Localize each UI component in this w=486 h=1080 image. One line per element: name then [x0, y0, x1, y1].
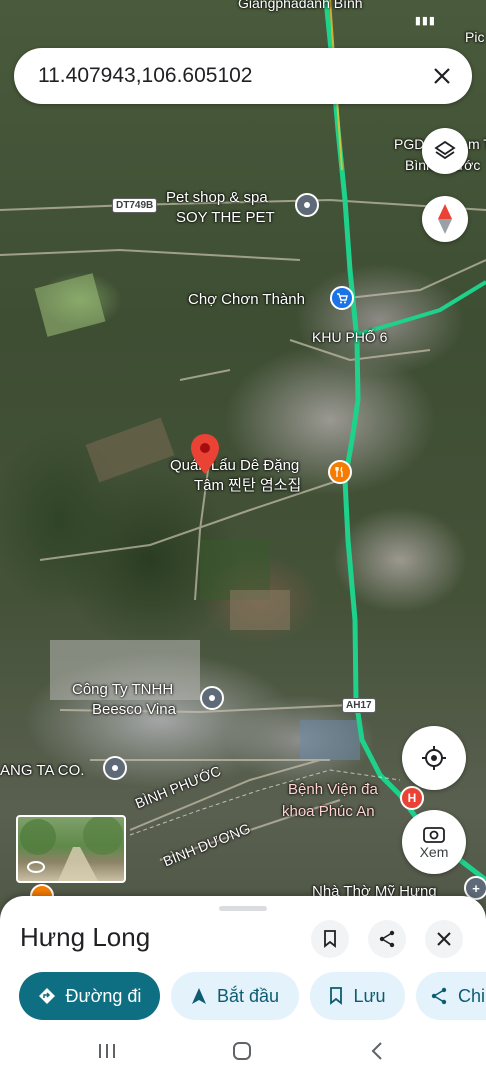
directions-icon — [38, 988, 55, 1004]
shopping-cart-poi-icon[interactable] — [330, 286, 354, 310]
map-label-ang-ta: ANG TA CO. — [0, 762, 85, 779]
place-name: Hưng Long — [20, 922, 151, 952]
road-shield-dt749b: DT749B — [112, 198, 158, 213]
status-bar: ▮▮▮ — [0, 0, 486, 40]
directions-button[interactable]: Đường đi — [19, 972, 160, 1020]
system-nav-bar — [0, 1030, 486, 1080]
street-view-image — [20, 817, 123, 881]
road-shield-ah17: AH17 — [342, 698, 376, 713]
drag-handle[interactable] — [219, 906, 267, 911]
map-label-cho-chon-thanh: Chợ Chơn Thành — [188, 291, 305, 308]
share-icon — [379, 930, 395, 948]
share-label: Chi — [458, 985, 486, 1006]
compass-button[interactable] — [422, 196, 468, 242]
ang-ta-poi-icon[interactable] — [103, 756, 127, 780]
share-icon — [431, 987, 447, 1005]
map-label-pet-shop-2: SOY THE PET — [176, 209, 275, 226]
search-bar[interactable]: 11.407943,106.605102 — [14, 48, 472, 104]
directions-label: Đường đi — [65, 985, 142, 1006]
map-label-cong-ty-2: Beesco Vina — [92, 701, 176, 718]
close-icon — [437, 932, 451, 946]
start-button[interactable]: Bắt đầu — [171, 972, 299, 1020]
crosshair-icon — [422, 746, 446, 770]
search-query[interactable]: 11.407943,106.605102 — [38, 64, 426, 88]
share-icon-button[interactable] — [368, 920, 406, 958]
map-label-benh-vien-1: Bệnh Viện đa — [288, 781, 378, 798]
map-label-cong-ty-1: Công Ty TNHH — [72, 681, 174, 698]
lens-view-button[interactable]: Xem — [402, 810, 466, 874]
map-label-pgd: PGD — [394, 136, 425, 152]
my-location-button[interactable] — [402, 726, 466, 790]
layers-button[interactable] — [422, 128, 468, 174]
pet-shop-poi-icon[interactable] — [295, 193, 319, 217]
navigation-arrow-icon — [191, 988, 206, 1004]
restaurant-poi-icon[interactable] — [328, 460, 352, 484]
street-view-thumbnail[interactable] — [16, 815, 126, 883]
save-label: Lưu — [353, 985, 386, 1006]
company-poi-icon[interactable] — [200, 686, 224, 710]
close-icon[interactable] — [426, 60, 458, 92]
map-label-quan-lau-2: Tâm 찐탄 염소집 — [194, 477, 302, 494]
save-icon-button[interactable] — [311, 920, 349, 958]
map-label-khu-pho-6: KHU PHỐ 6 — [312, 329, 388, 345]
camera-search-icon — [423, 826, 445, 843]
bookmark-icon — [324, 930, 336, 948]
recent-apps-icon[interactable] — [97, 1042, 117, 1060]
home-icon[interactable] — [232, 1042, 252, 1060]
map-label-pet-shop-1: Pet shop & spa — [166, 189, 268, 206]
location-pin-icon[interactable] — [190, 434, 220, 474]
signal-icon: ▮▮▮ — [414, 15, 436, 27]
bookmark-icon — [330, 987, 343, 1005]
hospital-poi-icon[interactable]: H — [400, 786, 424, 810]
start-label: Bắt đầu — [216, 985, 280, 1006]
layers-icon — [434, 140, 456, 160]
compass-icon — [438, 204, 452, 234]
action-chips: Đường đi Bắt đầu Lưu Chi — [0, 972, 486, 1020]
lens-label: Xem — [419, 843, 449, 860]
share-button[interactable]: Chi — [416, 972, 486, 1020]
map-label-benh-vien-2: khoa Phúc An — [282, 803, 375, 820]
save-button[interactable]: Lưu — [310, 972, 405, 1020]
close-sheet-button[interactable] — [425, 920, 463, 958]
map-label-pgd-right: m T — [468, 136, 486, 152]
back-icon[interactable] — [370, 1042, 384, 1060]
